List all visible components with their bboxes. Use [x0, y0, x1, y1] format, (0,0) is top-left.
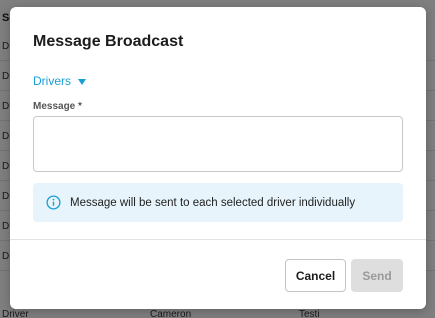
info-notice: Message will be sent to each selected dr… [33, 183, 403, 222]
footer-divider [10, 239, 426, 240]
info-circle-icon [46, 195, 61, 210]
info-notice-text: Message will be sent to each selected dr… [70, 196, 356, 209]
dialog-title: Message Broadcast [33, 33, 184, 50]
cancel-button[interactable]: Cancel [285, 259, 346, 292]
caret-down-icon[interactable] [78, 78, 86, 85]
recipients-dropdown-label[interactable]: Drivers [33, 74, 71, 88]
send-button[interactable]: Send [351, 259, 403, 292]
message-input[interactable] [33, 116, 403, 172]
message-broadcast-dialog: Message Broadcast Drivers Message * Mess… [10, 7, 426, 309]
recipients-dropdown[interactable]: Drivers [33, 74, 86, 88]
message-field-label: Message * [33, 101, 82, 112]
